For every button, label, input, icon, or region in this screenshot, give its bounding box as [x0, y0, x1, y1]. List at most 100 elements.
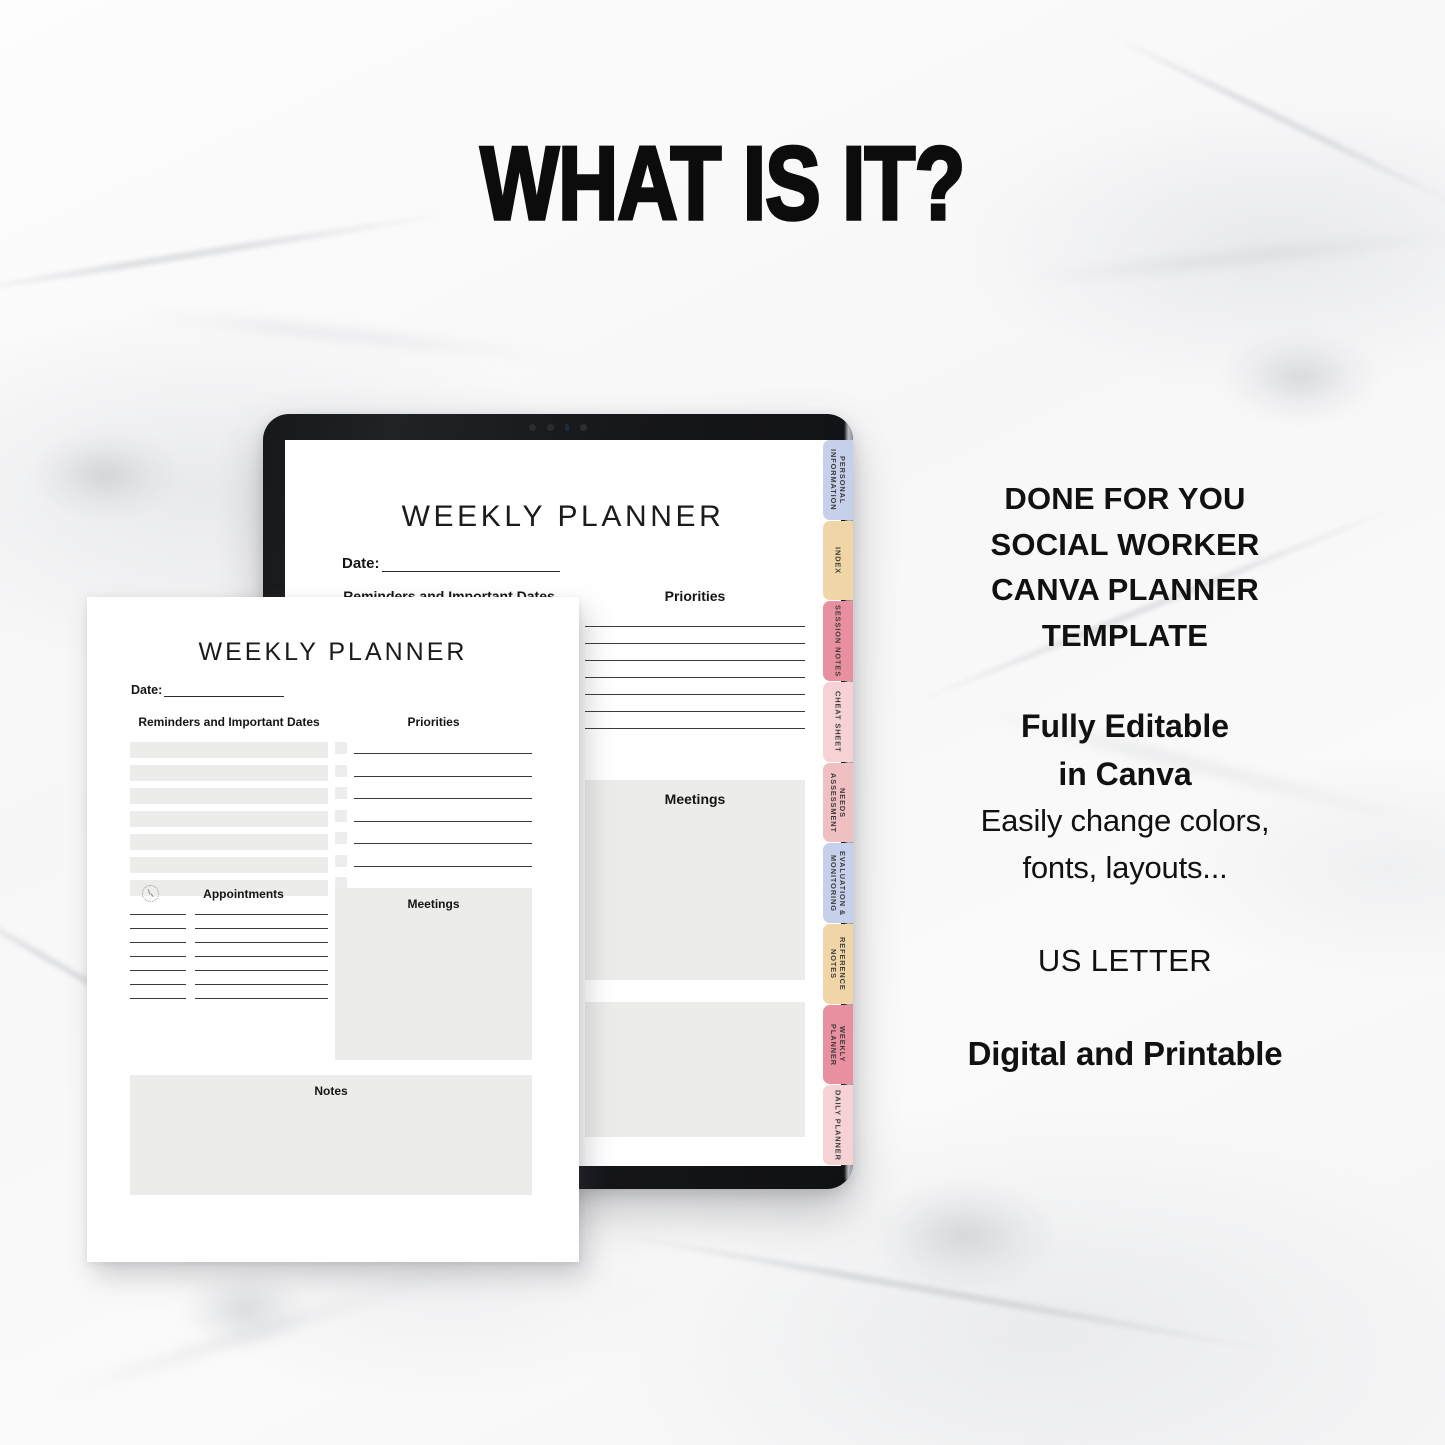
marble-smudge [180, 1270, 310, 1350]
tab-session-notes[interactable]: SESSION NOTES [823, 601, 853, 682]
priority-row[interactable] [335, 787, 532, 799]
tab-reference-notes[interactable]: REFERENCE NOTES [823, 924, 853, 1004]
priority-line[interactable] [354, 865, 532, 867]
tab-label: NEEDS ASSESSMENT [829, 772, 848, 833]
appointment-time-line[interactable] [130, 942, 186, 943]
appointment-row[interactable] [130, 998, 328, 999]
appointment-row[interactable] [130, 914, 328, 915]
paper-reminder-bars [130, 742, 328, 896]
priority-line[interactable] [585, 626, 805, 627]
appointment-row[interactable] [130, 956, 328, 957]
priority-line[interactable] [585, 677, 805, 678]
appointment-detail-line[interactable] [195, 998, 328, 999]
tab-index[interactable]: INDEX [823, 520, 853, 601]
marketing-copy: DONE FOR YOU SOCIAL WORKER CANVA PLANNER… [905, 476, 1345, 1073]
priority-row[interactable] [335, 742, 532, 754]
priority-checkbox[interactable] [335, 787, 347, 799]
priority-line[interactable] [354, 753, 532, 754]
priority-row[interactable] [335, 854, 532, 867]
priority-line[interactable] [354, 798, 532, 799]
date-input-line[interactable] [381, 557, 560, 572]
copy-line: Easily change colors, [980, 803, 1270, 839]
priority-row[interactable] [585, 660, 805, 661]
priority-checkbox[interactable] [335, 809, 347, 822]
priority-line[interactable] [354, 775, 532, 777]
appointment-row[interactable] [130, 970, 328, 971]
priority-checkbox[interactable] [335, 854, 347, 867]
tab-daily-planner[interactable]: DAILY PLANNER [823, 1085, 853, 1166]
appointment-detail-line[interactable] [195, 914, 328, 915]
tablet-priorities-heading: Priorities [664, 588, 726, 604]
appointment-time-line[interactable] [130, 956, 186, 957]
tab-label: PERSONAL INFORMATION [829, 449, 848, 511]
copy-line: SOCIAL WORKER [990, 526, 1260, 562]
paper-priority-rows [335, 742, 532, 889]
camera-lens-icon [529, 423, 536, 431]
date-input-line[interactable] [164, 684, 285, 697]
appointment-detail-line[interactable] [195, 984, 328, 985]
copy-line: TEMPLATE [1041, 617, 1209, 653]
priority-row[interactable] [335, 764, 532, 777]
appointment-time-line[interactable] [130, 928, 186, 929]
date-label: Date: [342, 555, 380, 572]
appointment-row[interactable] [130, 928, 328, 929]
appointment-row[interactable] [130, 984, 328, 985]
tablet-notes-box[interactable] [585, 1002, 805, 1137]
priority-row[interactable] [585, 626, 805, 627]
tablet-camera-bar [263, 414, 853, 440]
tablet-date-field[interactable]: Date: [342, 555, 560, 572]
priority-line[interactable] [585, 728, 805, 729]
priority-line[interactable] [354, 843, 532, 844]
reminder-bar[interactable] [130, 765, 328, 781]
appointment-time-line[interactable] [130, 970, 186, 971]
priority-row[interactable] [335, 809, 532, 822]
priority-checkbox[interactable] [335, 742, 347, 754]
copy-block-editable: Fully Editable in Canva [905, 702, 1345, 798]
paper-notes-box[interactable]: Notes [130, 1075, 532, 1195]
appointment-time-line[interactable] [130, 914, 186, 915]
page-title: WHAT IS IT? [479, 126, 967, 242]
appointment-time-line[interactable] [130, 998, 186, 999]
paper-reminders-column: Reminders and Important Dates [130, 715, 328, 896]
priority-checkbox[interactable] [335, 764, 347, 777]
priority-row[interactable] [335, 832, 532, 844]
paper-appointments-section: Appointments [130, 885, 328, 999]
paper-date-field[interactable]: Date: [131, 683, 285, 697]
appointment-row[interactable] [130, 942, 328, 943]
tab-personal-information[interactable]: PERSONAL INFORMATION [823, 440, 853, 520]
reminder-bar[interactable] [130, 811, 328, 827]
priority-row[interactable] [585, 711, 805, 712]
priority-row[interactable] [585, 694, 805, 695]
paper-meetings-box[interactable]: Meetings [335, 888, 532, 1060]
tab-needs-assessment[interactable]: NEEDS ASSESSMENT [823, 762, 853, 843]
priority-checkbox[interactable] [335, 832, 347, 844]
appointment-time-line[interactable] [130, 984, 186, 985]
reminder-bar[interactable] [130, 788, 328, 804]
tablet-meetings-box[interactable]: Meetings [585, 780, 805, 980]
appointment-detail-line[interactable] [195, 970, 328, 971]
reminder-bar[interactable] [130, 834, 328, 850]
tab-label: WEEKLY PLANNER [829, 1023, 848, 1066]
tab-cheat-sheet[interactable]: CHEAT SHEET [823, 682, 853, 762]
reminder-bar[interactable] [130, 742, 328, 758]
priority-line[interactable] [585, 660, 805, 661]
priority-row[interactable] [585, 643, 805, 644]
copy-line: DONE FOR YOU [1004, 481, 1246, 516]
paper-reminders-heading: Reminders and Important Dates [138, 715, 320, 729]
priority-line[interactable] [585, 643, 805, 644]
priority-line[interactable] [585, 711, 805, 712]
priority-row[interactable] [585, 728, 805, 729]
reminder-bar[interactable] [130, 857, 328, 873]
appointment-detail-line[interactable] [195, 956, 328, 957]
appointment-detail-line[interactable] [195, 928, 328, 929]
priority-row[interactable] [585, 677, 805, 678]
appointment-detail-line[interactable] [195, 942, 328, 943]
tab-weekly-planner[interactable]: WEEKLY PLANNER [823, 1004, 853, 1085]
priority-line[interactable] [585, 694, 805, 695]
copy-line: fonts, layouts... [1022, 849, 1228, 885]
marble-smudge [870, 1180, 1060, 1290]
tab-evaluation-monitoring[interactable]: EVALUATION & MONITORING [823, 843, 853, 924]
paper-planner-title: WEEKLY PLANNER [198, 638, 468, 666]
paper-appointments-heading: Appointments [203, 886, 284, 901]
priority-line[interactable] [354, 820, 532, 822]
